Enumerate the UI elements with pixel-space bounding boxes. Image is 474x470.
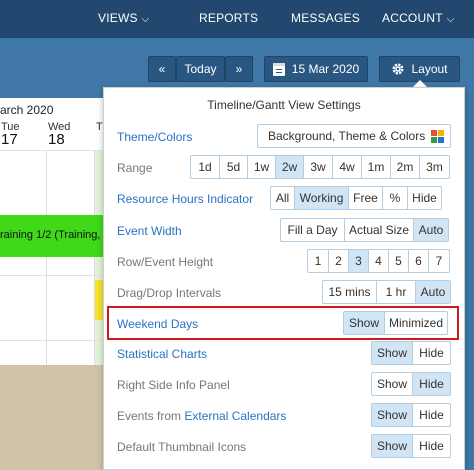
range-option-4w[interactable]: 4w [332, 156, 361, 178]
event-width-option-fill[interactable]: Fill a Day [281, 219, 344, 241]
day-number[interactable]: 18 [48, 131, 65, 148]
grid-line [0, 340, 103, 341]
event-width-label[interactable]: Event Width [117, 224, 182, 238]
event-bar-small[interactable] [95, 280, 103, 320]
chevron-down-icon: ⌵ [446, 14, 455, 25]
row-height-label: Row/Event Height [117, 255, 214, 269]
range-selector: 1d 5d 1w 2w 3w 4w 1m 2m 3m [190, 155, 450, 179]
event-bar[interactable]: raining 1/2 (Training, A [0, 215, 103, 257]
stat-charts-option-show[interactable]: Show [372, 342, 412, 364]
stat-charts-option-hide[interactable]: Hide [412, 342, 450, 364]
row-height-option-1[interactable]: 1 [308, 250, 328, 272]
weekend-days-label[interactable]: Weekend Days [117, 317, 198, 331]
external-calendars-toggle: Show Hide [371, 403, 451, 427]
nav-account[interactable]: ACCOUNT ⌵ [382, 11, 455, 25]
row-height-option-2[interactable]: 2 [328, 250, 348, 272]
calendar-icon [272, 62, 285, 76]
weekend-days-selector: Show Minimized [343, 311, 448, 335]
today-column [94, 150, 103, 365]
right-panel-option-show[interactable]: Show [372, 373, 412, 395]
settings-panel: Timeline/Gantt View Settings Theme/Color… [103, 87, 465, 470]
nav-views[interactable]: VIEWS ⌵ [98, 11, 149, 25]
row-height-option-3[interactable]: 3 [348, 250, 368, 272]
statistical-charts-toggle: Show Hide [371, 341, 451, 365]
weekend-option-show[interactable]: Show [344, 312, 384, 334]
next-button[interactable]: » [225, 56, 253, 82]
thumbnail-icons-toggle: Show Hide [371, 434, 451, 458]
theme-colors-button-label: Background, Theme & Colors [268, 129, 426, 143]
resource-option-working[interactable]: Working [294, 187, 348, 209]
resource-option-hide[interactable]: Hide [407, 187, 441, 209]
day-number[interactable]: 17 [1, 131, 18, 148]
right-panel-label: Right Side Info Panel [117, 378, 230, 392]
external-calendars-link[interactable]: External Calendars [184, 409, 286, 423]
palette-icon [431, 130, 444, 143]
resource-option-all[interactable]: All [271, 187, 294, 209]
thumb-option-hide[interactable]: Hide [412, 435, 450, 457]
range-option-3w[interactable]: 3w [303, 156, 332, 178]
drag-option-auto[interactable]: Auto [415, 281, 450, 303]
chevron-down-icon: ⌵ [141, 14, 150, 25]
drag-drop-selector: 15 mins 1 hr Auto [322, 280, 451, 304]
event-width-option-actual[interactable]: Actual Size [344, 219, 413, 241]
theme-colors-button[interactable]: Background, Theme & Colors [257, 124, 451, 148]
thumbnail-icons-label: Default Thumbnail Icons [117, 440, 247, 454]
weekend-option-minimized[interactable]: Minimized [384, 312, 447, 334]
ext-cal-option-show[interactable]: Show [372, 404, 412, 426]
range-option-3m[interactable]: 3m [419, 156, 449, 178]
date-label: 15 Mar 2020 [291, 62, 360, 76]
grid-line [0, 275, 103, 276]
month-label: arch 2020 [0, 103, 54, 117]
ext-cal-option-hide[interactable]: Hide [412, 404, 450, 426]
gear-icon [391, 62, 405, 76]
range-option-2w[interactable]: 2w [275, 156, 303, 178]
statistical-charts-label[interactable]: Statistical Charts [117, 347, 207, 361]
range-option-1m[interactable]: 1m [361, 156, 390, 178]
resource-option-percent[interactable]: % [382, 187, 407, 209]
today-button[interactable]: Today [176, 56, 225, 82]
prev-button[interactable]: « [148, 56, 176, 82]
date-picker-button[interactable]: 15 Mar 2020 [264, 56, 368, 82]
row-height-option-7[interactable]: 7 [428, 250, 449, 272]
range-option-1w[interactable]: 1w [247, 156, 275, 178]
right-panel-toggle: Show Hide [371, 372, 451, 396]
row-height-selector: 1 2 3 4 5 6 7 [307, 249, 450, 273]
panel-title: Timeline/Gantt View Settings [207, 98, 361, 112]
resource-option-free[interactable]: Free [348, 187, 382, 209]
external-calendars-label: Events from External Calendars [117, 409, 286, 423]
event-label: raining 1/2 (Training, A [0, 229, 103, 241]
layout-button[interactable]: Layout [379, 56, 460, 82]
row-height-option-5[interactable]: 5 [388, 250, 408, 272]
drag-drop-label: Drag/Drop Intervals [117, 286, 222, 300]
nav-reports[interactable]: REPORTS [199, 11, 258, 25]
thumb-option-show[interactable]: Show [372, 435, 412, 457]
row-height-option-6[interactable]: 6 [408, 250, 428, 272]
range-label: Range [117, 161, 153, 175]
calendar-footer [0, 365, 103, 470]
theme-colors-link[interactable]: Theme/Colors [117, 130, 192, 144]
event-width-option-auto[interactable]: Auto [413, 219, 448, 241]
resource-hours-selector: All Working Free % Hide [270, 186, 442, 210]
row-height-option-4[interactable]: 4 [368, 250, 388, 272]
grid-line [94, 150, 95, 365]
drag-option-15min[interactable]: 15 mins [323, 281, 376, 303]
right-panel-option-hide[interactable]: Hide [412, 373, 450, 395]
drag-option-1hr[interactable]: 1 hr [376, 281, 415, 303]
day-name: T [96, 121, 103, 133]
resource-hours-label[interactable]: Resource Hours Indicator [117, 192, 253, 206]
grid-line [46, 150, 47, 365]
range-option-1d[interactable]: 1d [191, 156, 219, 178]
external-calendars-prefix: Events from [117, 409, 185, 423]
grid-line [0, 150, 103, 151]
top-nav: VIEWS ⌵ REPORTS MESSAGES ACCOUNT ⌵ [0, 0, 474, 38]
event-width-selector: Fill a Day Actual Size Auto [280, 218, 449, 242]
range-option-2m[interactable]: 2m [390, 156, 419, 178]
range-option-5d[interactable]: 5d [219, 156, 247, 178]
layout-label: Layout [411, 62, 448, 76]
nav-messages[interactable]: MESSAGES [291, 11, 360, 25]
